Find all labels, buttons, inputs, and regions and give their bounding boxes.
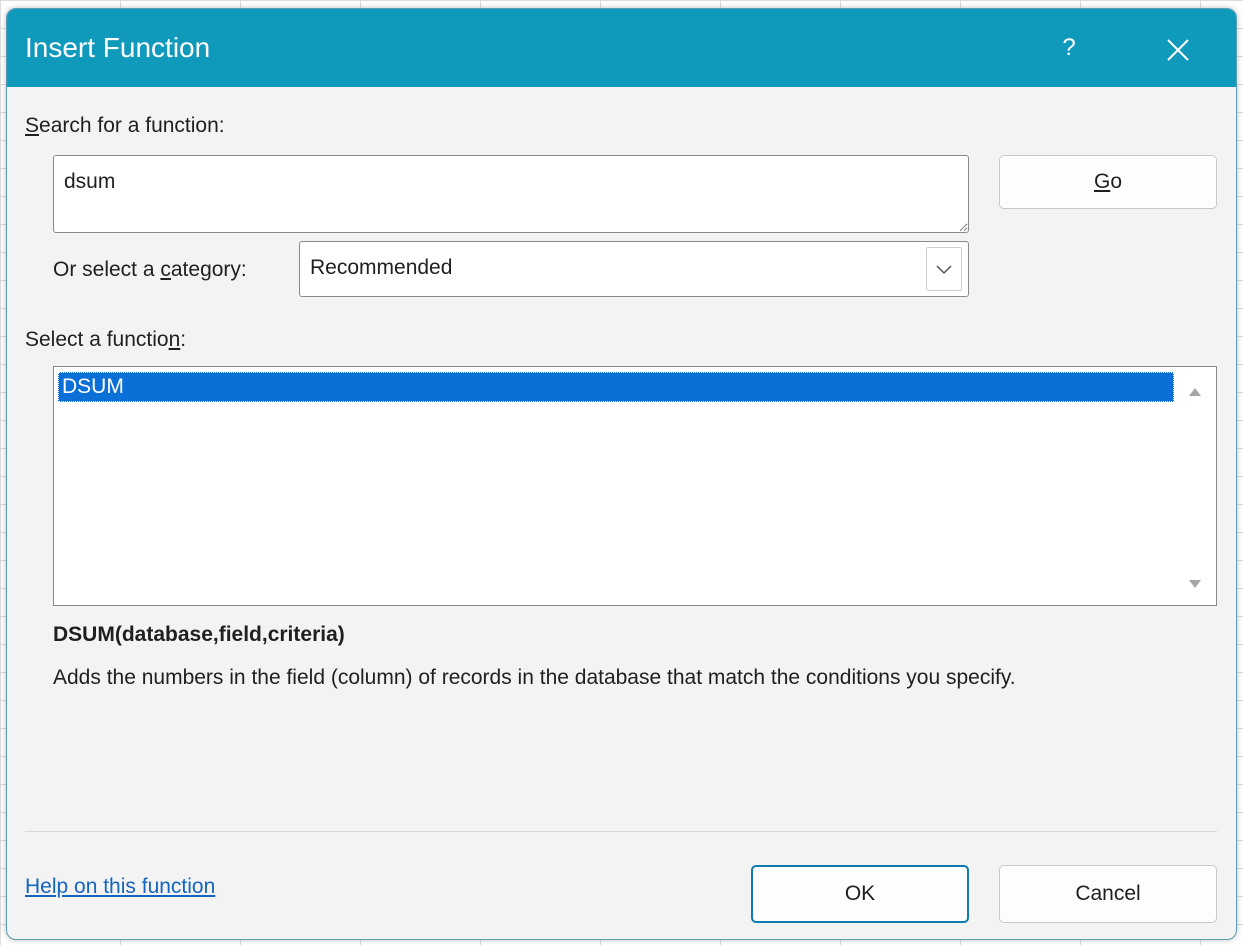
search-label-accel: S xyxy=(25,114,40,137)
function-signature: DSUM(database,field,criteria) xyxy=(53,623,345,646)
chevron-down-icon xyxy=(936,265,952,275)
category-select[interactable]: Recommended xyxy=(299,241,969,297)
list-item[interactable]: DSUM xyxy=(58,372,1174,402)
function-list-label-rest: : xyxy=(180,328,187,351)
help-on-function-link[interactable]: Help on this function xyxy=(25,875,215,899)
insert-function-dialog: Insert Function ? Search for a function:… xyxy=(6,8,1237,940)
go-button[interactable]: Go xyxy=(999,155,1217,209)
function-list-label-accel: n xyxy=(168,328,181,351)
ok-button[interactable]: OK xyxy=(751,865,969,923)
search-label-rest: earch for a function: xyxy=(39,114,225,137)
function-description: Adds the numbers in the field (column) o… xyxy=(53,666,1016,689)
footer-divider xyxy=(25,831,1217,832)
cancel-button[interactable]: Cancel xyxy=(999,865,1217,923)
category-label: Or select a category: xyxy=(53,257,247,283)
function-listbox[interactable]: DSUM xyxy=(53,366,1217,606)
help-button[interactable]: ? xyxy=(1051,31,1087,65)
category-selected-value: Recommended xyxy=(310,256,453,279)
close-button[interactable] xyxy=(1161,33,1195,67)
function-list-label: Select a function: xyxy=(25,327,186,353)
category-label-rest: ategory: xyxy=(170,258,247,281)
scroll-up-icon xyxy=(1189,388,1201,396)
function-list-label-prefix: Select a functio xyxy=(25,328,169,351)
go-button-rest: o xyxy=(1110,170,1123,193)
category-label-accel: c xyxy=(160,258,171,281)
close-icon xyxy=(1167,39,1189,61)
search-label: Search for a function: xyxy=(25,113,225,139)
scroll-down-icon xyxy=(1189,580,1201,588)
scroll-up-button[interactable] xyxy=(1186,383,1204,401)
go-button-accel: G xyxy=(1093,170,1111,193)
scroll-down-button[interactable] xyxy=(1186,575,1204,593)
dialog-title: Insert Function xyxy=(25,32,211,63)
title-bar: Insert Function ? xyxy=(7,9,1236,87)
search-input[interactable]: dsum xyxy=(53,155,969,233)
category-dropdown-button[interactable] xyxy=(926,247,962,291)
category-label-prefix: Or select a xyxy=(53,258,161,281)
